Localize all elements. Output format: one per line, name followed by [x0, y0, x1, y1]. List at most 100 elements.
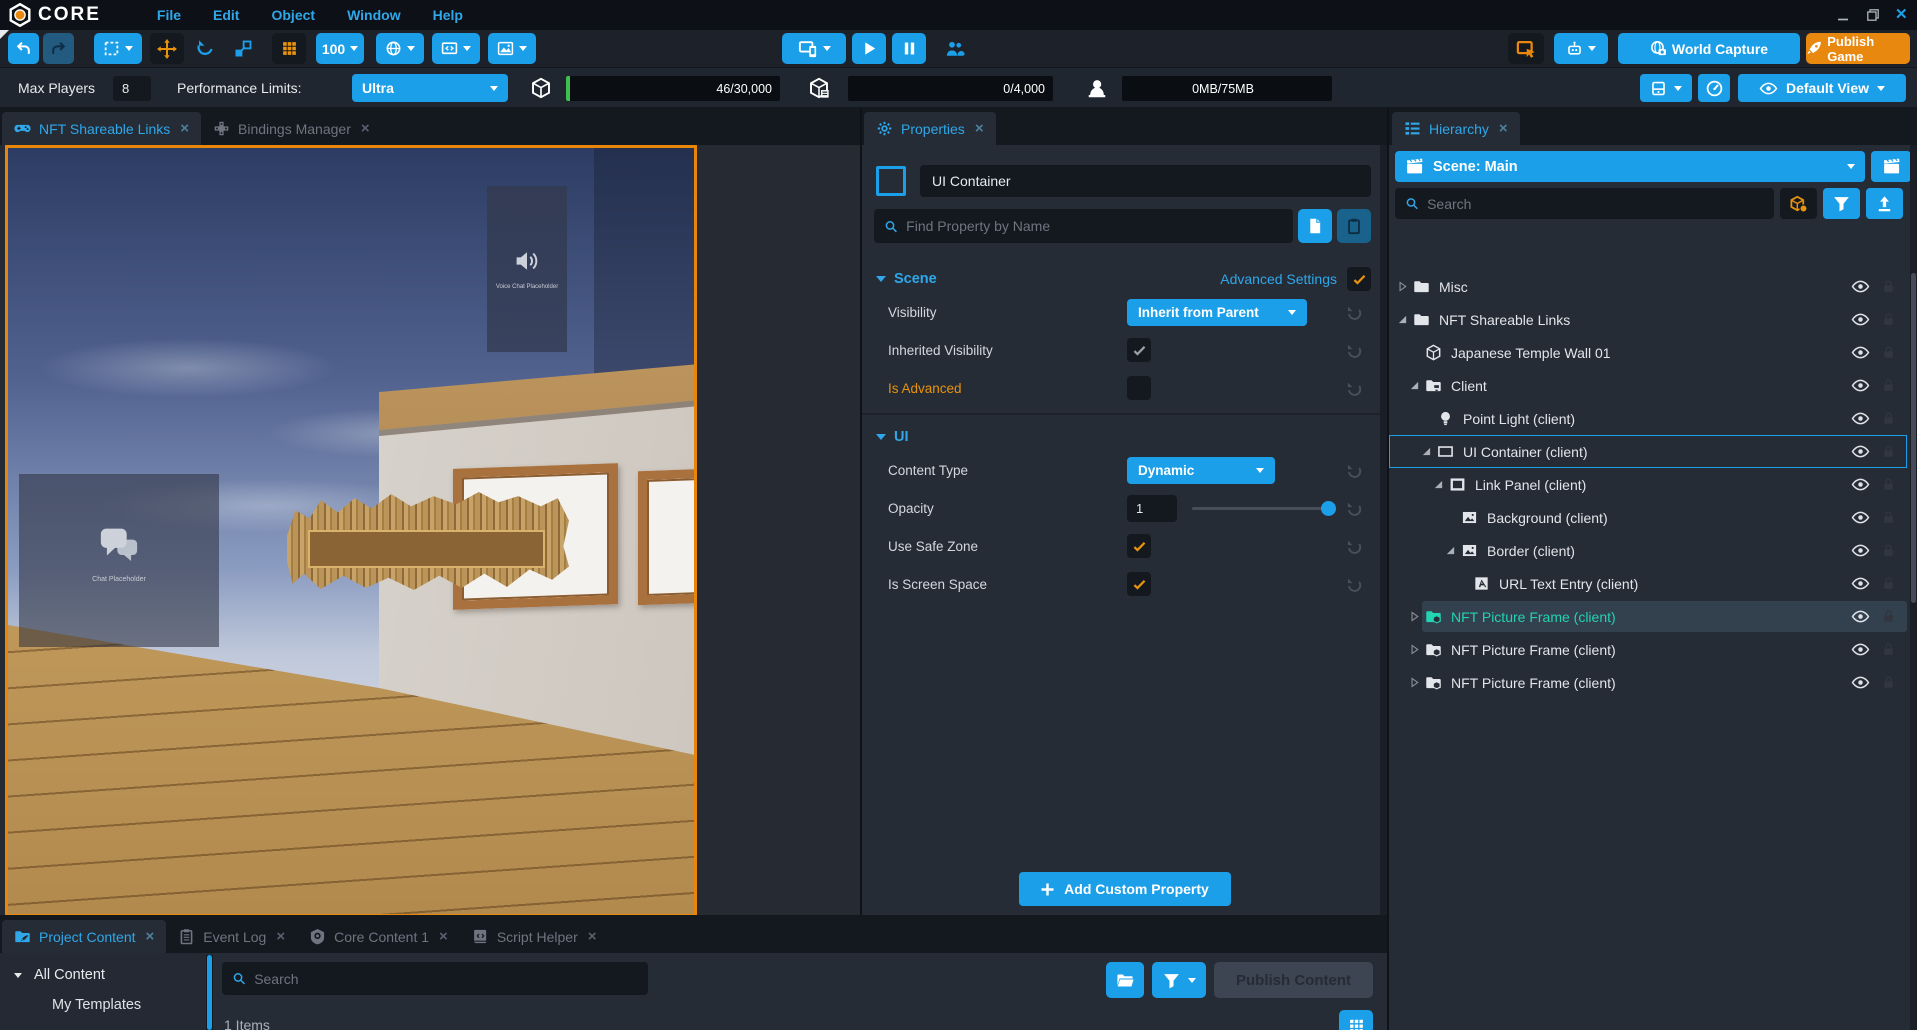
tab-properties[interactable]: Properties × — [864, 112, 996, 145]
move-tool-button[interactable] — [150, 33, 184, 64]
menu-help[interactable]: Help — [417, 0, 479, 30]
lock-icon[interactable] — [1881, 411, 1896, 426]
hierarchy-row-background-client[interactable]: Background (client) — [1389, 501, 1907, 534]
close-button[interactable]: ✕ — [1895, 7, 1911, 23]
hierarchy-row-japanese-temple-wall-01[interactable]: Japanese Temple Wall 01 — [1389, 336, 1907, 369]
open-folder-button[interactable] — [1106, 962, 1144, 998]
sidebar-item-my-templates[interactable]: My Templates — [0, 983, 205, 1013]
menu-edit[interactable]: Edit — [197, 0, 255, 30]
visibility-eye-icon[interactable] — [1851, 508, 1870, 527]
reset-icon[interactable] — [1345, 537, 1363, 555]
save-options-dropdown[interactable] — [1640, 74, 1692, 102]
visibility-eye-icon[interactable] — [1851, 475, 1870, 494]
content-tab-core-content-1[interactable]: Core Content 1 × — [297, 920, 460, 953]
close-tab-icon[interactable]: × — [975, 120, 984, 137]
reset-icon[interactable] — [1345, 575, 1363, 593]
property-search-input[interactable] — [874, 209, 1293, 243]
scene-selector-dropdown[interactable]: Scene: Main — [1395, 151, 1865, 182]
hierarchy-row-border-client[interactable]: Border (client) — [1389, 534, 1907, 567]
hierarchy-row-url-text-entry-client[interactable]: URL Text Entry (client) — [1389, 567, 1907, 600]
lock-icon[interactable] — [1881, 378, 1896, 393]
scale-tool-button[interactable] — [226, 33, 260, 64]
select-mode-dropdown[interactable] — [94, 33, 142, 64]
default-view-dropdown[interactable]: Default View — [1738, 74, 1906, 102]
content-tab-event-log[interactable]: Event Log × — [166, 920, 297, 953]
close-tab-icon[interactable]: × — [276, 928, 285, 945]
hierarchy-row-nft-shareable-links[interactable]: NFT Shareable Links — [1389, 303, 1907, 336]
device-preview-dropdown[interactable] — [782, 33, 846, 64]
close-tab-icon[interactable]: × — [588, 928, 597, 945]
viewport-tab-bindings-manager[interactable]: Bindings Manager × — [201, 112, 382, 145]
max-players-value[interactable]: 8 — [113, 76, 151, 101]
rotate-tool-button[interactable] — [188, 33, 222, 64]
performance-quality-dropdown[interactable]: Ultra — [352, 74, 508, 102]
is-screen-space-checkbox[interactable] — [1127, 572, 1151, 596]
restore-button[interactable] — [1865, 7, 1881, 23]
reset-icon[interactable] — [1345, 303, 1363, 321]
close-tab-icon[interactable]: × — [180, 120, 189, 137]
pause-button[interactable] — [892, 33, 926, 64]
inherited-visibility-checkbox[interactable] — [1127, 338, 1151, 362]
section-header-scene[interactable]: Scene Advanced Settings — [862, 265, 1387, 293]
expand-icon[interactable] — [1395, 280, 1410, 293]
visibility-eye-icon[interactable] — [1851, 574, 1870, 593]
gizmo-visibility-dropdown[interactable] — [488, 33, 536, 64]
visibility-eye-icon[interactable] — [1851, 310, 1870, 329]
viewport-tab-nft-shareable-links[interactable]: NFT Shareable Links × — [2, 112, 201, 145]
lock-icon[interactable] — [1881, 609, 1896, 624]
snap-size-dropdown[interactable]: 100 — [316, 33, 364, 64]
bot-tools-dropdown[interactable] — [1554, 33, 1608, 64]
visibility-dropdown[interactable]: Inherit from Parent — [1127, 299, 1307, 326]
content-search-field[interactable] — [254, 971, 638, 987]
publish-content-button[interactable]: Publish Content — [1214, 962, 1373, 998]
expand-icon[interactable] — [1407, 643, 1422, 656]
advanced-settings-checkbox[interactable] — [1347, 267, 1371, 291]
hierarchy-row-client[interactable]: Client — [1389, 369, 1907, 402]
visibility-eye-icon[interactable] — [1851, 640, 1870, 659]
viewport-3d-render[interactable]: Chat Placeholder Voice Chat Placeholder — [5, 145, 697, 917]
menu-file[interactable]: File — [141, 0, 197, 30]
reset-icon[interactable] — [1345, 461, 1363, 479]
object-name-input[interactable] — [920, 165, 1371, 197]
performance-gauge-button[interactable] — [1698, 74, 1730, 102]
opacity-slider[interactable] — [1192, 495, 1332, 522]
hierarchy-row-misc[interactable]: Misc — [1389, 270, 1907, 303]
use-safe-zone-checkbox[interactable] — [1127, 534, 1151, 558]
collapse-icon[interactable] — [1407, 379, 1422, 392]
collapse-icon[interactable] — [1431, 478, 1446, 491]
grid-snap-button[interactable] — [272, 33, 306, 64]
sidebar-item-all-content[interactable]: All Content — [0, 953, 205, 983]
world-space-dropdown[interactable] — [376, 33, 424, 64]
play-button[interactable] — [852, 33, 886, 64]
visibility-eye-icon[interactable] — [1851, 277, 1870, 296]
menu-object[interactable]: Object — [255, 0, 331, 30]
properties-scrollbar[interactable] — [1380, 145, 1387, 915]
show-templates-button[interactable] — [1780, 188, 1817, 219]
close-tab-icon[interactable]: × — [361, 120, 370, 137]
content-type-dropdown[interactable]: Dynamic — [1127, 457, 1275, 484]
lock-icon[interactable] — [1881, 642, 1896, 657]
hierarchy-search-input[interactable] — [1395, 188, 1774, 219]
reset-icon[interactable] — [1345, 341, 1363, 359]
publish-game-button[interactable]: Publish Game — [1806, 33, 1910, 64]
hierarchy-row-nft-picture-frame-client[interactable]: NFT Picture Frame (client) — [1389, 666, 1907, 699]
collapse-icon[interactable] — [1395, 313, 1410, 326]
visibility-eye-icon[interactable] — [1851, 607, 1870, 626]
close-tab-icon[interactable]: × — [1499, 120, 1508, 137]
visibility-eye-icon[interactable] — [1851, 442, 1870, 461]
content-search-input[interactable] — [222, 962, 648, 995]
section-header-ui[interactable]: UI — [862, 423, 1387, 451]
collapse-icon[interactable] — [1419, 445, 1434, 458]
lock-icon[interactable] — [1881, 444, 1896, 459]
redo-button[interactable] — [43, 33, 74, 64]
export-button[interactable] — [1866, 188, 1903, 219]
grid-view-button[interactable] — [1339, 1010, 1373, 1030]
content-tab-project-content[interactable]: Project Content × — [2, 920, 166, 953]
visibility-eye-icon[interactable] — [1851, 409, 1870, 428]
scene-manager-button[interactable] — [1871, 151, 1911, 182]
lock-icon[interactable] — [1881, 576, 1896, 591]
reset-icon[interactable] — [1345, 499, 1363, 517]
content-filter-dropdown[interactable] — [1152, 962, 1206, 998]
hierarchy-row-nft-picture-frame-client[interactable]: NFT Picture Frame (client) — [1389, 600, 1907, 633]
opacity-value[interactable]: 1 — [1127, 495, 1177, 522]
